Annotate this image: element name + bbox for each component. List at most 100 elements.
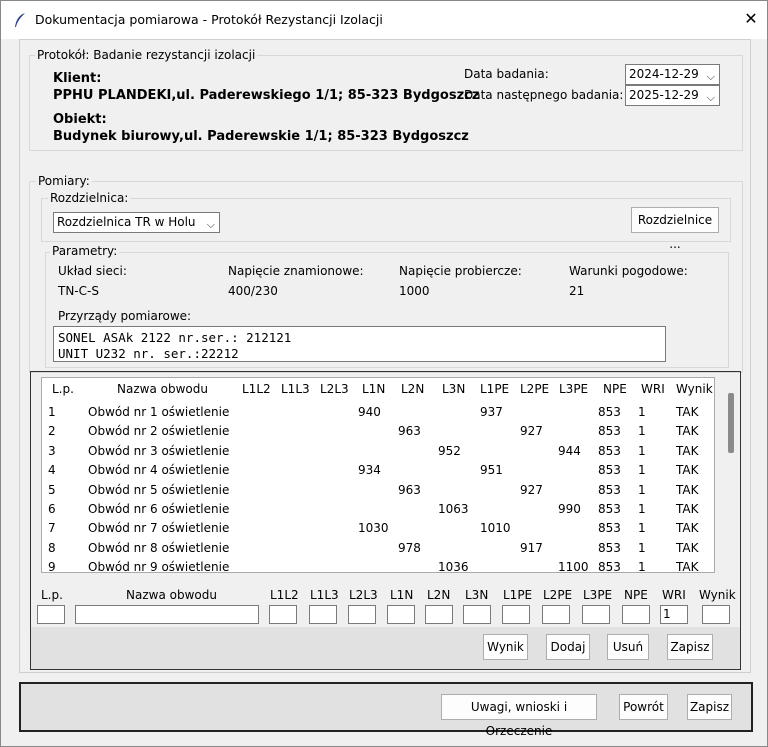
table-cell: 952 [438, 443, 461, 458]
chevron-down-icon: ⌵ [706, 91, 715, 104]
table-cell: 1 [638, 482, 646, 497]
npe-input[interactable] [622, 605, 650, 624]
notes-button[interactable]: Uwagi, wnioski i Orzeczenie [441, 694, 597, 738]
l1n-input[interactable] [387, 605, 415, 624]
save-button[interactable]: Zapisz [687, 694, 732, 720]
entry-header-result: Wynik [699, 588, 736, 602]
instrument-line: UNIT U232 nr. ser.:22212 [58, 346, 239, 361]
col-header-name[interactable]: Nazwa obwodu [117, 382, 208, 396]
voltage-label: Napięcie znamionowe: [228, 264, 364, 278]
table-cell: 1 [48, 405, 56, 419]
table-cell: 853 [598, 443, 621, 458]
table-row[interactable]: 9 Obwód nr 9 oświetlenie 1036 1100 853 1 TAK [42, 560, 714, 573]
client-value: PPHU PLANDEKI,ul. Paderewskiego 1/1; 85-… [53, 88, 480, 103]
table-cell: 853 [598, 405, 621, 419]
table-cell: Obwód nr 4 oświetlenie [88, 463, 230, 478]
table-cell: 1010 [480, 521, 511, 536]
lp-input[interactable] [37, 605, 65, 624]
circuit-name-input[interactable] [75, 605, 259, 624]
col-header-l2l3[interactable]: L2L3 [320, 382, 349, 396]
table-cell: 1 [638, 540, 646, 555]
table-cell: 917 [520, 540, 543, 555]
table-row[interactable]: 7 Obwód nr 7 oświetlenie 1030 1010 853 1 TAK [42, 521, 714, 540]
table-row[interactable]: 8 Obwód nr 8 oświetlenie 978 917 853 1 TAK [42, 541, 714, 560]
l3pe-input[interactable] [582, 605, 610, 624]
table-cell: 940 [358, 405, 381, 419]
l3n-input[interactable] [463, 605, 491, 624]
table-cell: 1 [638, 560, 646, 573]
l2l3-input[interactable] [348, 605, 376, 624]
table-cell: TAK [676, 405, 699, 419]
entry-header-l1l2: L1L2 [270, 588, 299, 602]
l1l3-input[interactable] [309, 605, 337, 624]
add-button[interactable]: Dodaj [546, 634, 590, 660]
table-cell: TAK [676, 463, 699, 478]
date-picker[interactable]: 2024-12-29 ⌵ [625, 64, 720, 85]
l2pe-input[interactable] [542, 605, 570, 624]
table-cell: Obwód nr 7 oświetlenie [88, 521, 230, 536]
switchboard-label: Rozdzielnica: [48, 191, 131, 205]
table-cell: 853 [598, 424, 621, 439]
table-row[interactable]: 2 Obwód nr 2 oświetlenie 963 927 853 1 TAK [42, 424, 714, 443]
next-date-value: 2025-12-29 [629, 88, 699, 102]
table-scrollbar[interactable] [728, 393, 734, 453]
col-header-l1l3[interactable]: L1L3 [281, 382, 310, 396]
save-row-button[interactable]: Zapisz [667, 634, 713, 660]
object-label: Obiekt: [53, 112, 107, 127]
table-row[interactable]: 4 Obwód nr 4 oświetlenie 934 951 853 1 TAK [42, 463, 714, 482]
next-date-picker[interactable]: 2025-12-29 ⌵ [625, 85, 720, 106]
table-cell: 853 [598, 482, 621, 497]
measurements-table[interactable]: L.p. Nazwa obwodu L1L2 L1L3 L2L3 L1N L2N… [41, 377, 715, 573]
table-cell: 2 [48, 424, 56, 439]
delete-button[interactable]: Usuń [607, 634, 649, 660]
switchboard-select[interactable]: Rozdzielnica TR w Holu ⌵ [53, 212, 220, 233]
protocol-frame-label: Protokół: Badanie rezystancji izolacji [35, 48, 258, 62]
l2n-input[interactable] [425, 605, 453, 624]
col-header-l3n[interactable]: L3N [442, 382, 465, 396]
result-input[interactable] [702, 605, 730, 624]
params-label: Parametry: [50, 244, 120, 258]
table-cell: Obwód nr 8 oświetlenie [88, 540, 230, 555]
col-header-l1l2[interactable]: L1L2 [242, 382, 271, 396]
back-button[interactable]: Powrót [619, 694, 668, 720]
result-button[interactable]: Wynik [483, 634, 528, 660]
save-row-button-label: Zapisz [670, 640, 710, 654]
date-value: 2024-12-29 [629, 67, 699, 81]
col-header-l1pe[interactable]: L1PE [480, 382, 509, 396]
table-row[interactable]: 6 Obwód nr 6 oświetlenie 1063 990 853 1 TAK [42, 502, 714, 521]
col-header-l2n[interactable]: L2N [401, 382, 424, 396]
table-cell: 934 [358, 463, 381, 478]
table-row[interactable]: 5 Obwód nr 5 oświetlenie 963 927 853 1 TAK [42, 483, 714, 502]
switchboards-button[interactable]: Rozdzielnice ... [631, 207, 719, 251]
table-cell: 8 [48, 540, 56, 555]
entry-header-l2n: L2N [427, 588, 451, 602]
table-cell: TAK [676, 443, 699, 458]
col-header-l3pe[interactable]: L3PE [559, 382, 588, 396]
close-icon[interactable]: ✕ [741, 9, 761, 29]
col-header-npe[interactable]: NPE [603, 382, 627, 396]
window-title: Dokumentacja pomiarowa - Protokół Rezyst… [35, 12, 383, 27]
l1pe-input[interactable] [502, 605, 530, 624]
table-cell: 4 [48, 463, 56, 478]
wri-input[interactable]: 1 [660, 605, 688, 624]
col-header-wri[interactable]: WRI [641, 382, 665, 396]
table-row[interactable]: 1 Obwód nr 1 oświetlenie 940 937 853 1 TAK [42, 405, 714, 424]
table-cell: Obwód nr 9 oświetlenie [88, 560, 230, 573]
entry-header-l2pe: L2PE [543, 588, 573, 602]
table-cell: Obwód nr 3 oświetlenie [88, 443, 230, 458]
entry-header-l1l3: L1L3 [310, 588, 339, 602]
network-value: TN-C-S [58, 284, 99, 298]
col-header-l2pe[interactable]: L2PE [520, 382, 549, 396]
table-cell: 1063 [438, 502, 469, 516]
instruments-text[interactable]: SONEL ASAk 2122 nr.ser.: 212121 UNIT U23… [53, 326, 666, 362]
col-header-result[interactable]: Wynik [676, 382, 713, 396]
table-cell: 978 [398, 540, 421, 555]
voltage-value: 400/230 [228, 284, 278, 298]
col-header-l1n[interactable]: L1N [362, 382, 385, 396]
test-voltage-label: Napięcie probiercze: [399, 264, 522, 278]
table-cell: Obwód nr 2 oświetlenie [88, 424, 230, 439]
table-row[interactable]: 3 Obwód nr 3 oświetlenie 952 944 853 1 TAK [42, 444, 714, 463]
l1l2-input[interactable] [269, 605, 297, 624]
col-header-lp[interactable]: L.p. [52, 382, 74, 396]
table-cell: 1 [638, 502, 646, 516]
